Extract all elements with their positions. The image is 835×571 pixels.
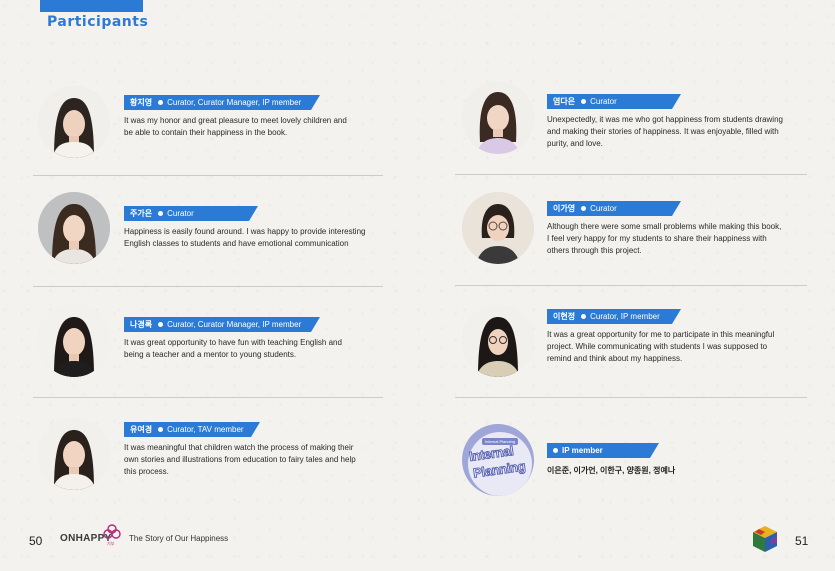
participant-role: Curator xyxy=(167,209,194,218)
participant-role: Curator, TAV member xyxy=(167,425,244,434)
participant-quote: Happiness is easily found around. I was … xyxy=(124,227,366,248)
participant-name: 황지영 xyxy=(130,98,153,107)
brand-sub-label: 기부 xyxy=(107,541,115,546)
header-accent-bar xyxy=(40,0,143,12)
name-role-tag: 염다은 Curator xyxy=(547,94,681,109)
portrait-photo xyxy=(462,305,534,377)
divider xyxy=(455,397,807,398)
participant-role: Curator, IP member xyxy=(590,312,660,321)
portrait-photo xyxy=(462,192,534,264)
portrait-photo xyxy=(38,192,110,264)
cube-logo xyxy=(751,524,779,554)
bullet-icon xyxy=(158,211,163,216)
divider xyxy=(33,175,383,176)
participant-quote: It was my honor and great pleasure to me… xyxy=(124,116,347,137)
footer-caption: The Story of Our Happiness xyxy=(129,534,229,543)
bullet-icon xyxy=(158,427,163,432)
name-role-tag: 나경록 Curator, Curator Manager, IP member xyxy=(124,317,320,332)
internal-planning-badge: Internal Planning Internal Planning xyxy=(462,424,534,496)
name-role-tag: 이가영 Curator xyxy=(547,201,681,216)
participant-role: Curator, Curator Manager, IP member xyxy=(167,320,302,329)
participant-role: Curator, Curator Manager, IP member xyxy=(167,98,302,107)
portrait-photo xyxy=(38,86,110,158)
name-role-tag: 유여경 Curator, TAV member xyxy=(124,422,260,437)
portrait-photo xyxy=(38,418,110,490)
bullet-icon xyxy=(158,100,163,105)
onhappy-logo xyxy=(103,524,121,542)
page-number-right: 51 xyxy=(795,534,809,548)
participant-quote: Although there were some small problems … xyxy=(547,222,782,255)
name-role-tag: 이현정 Curator, IP member xyxy=(547,309,681,324)
divider xyxy=(33,397,383,398)
participant-quote: It was great opportunity to have fun wit… xyxy=(124,338,342,359)
participant-role: Curator xyxy=(590,97,617,106)
divider xyxy=(455,174,807,175)
divider xyxy=(33,286,383,287)
participant-name: 나경록 xyxy=(130,320,153,329)
page-number-left: 50 xyxy=(29,534,43,548)
bullet-icon xyxy=(581,314,586,319)
name-role-tag: 황지영 Curator, Curator Manager, IP member xyxy=(124,95,320,110)
bullet-icon xyxy=(581,206,586,211)
portrait-photo xyxy=(462,82,534,154)
participant-name: 이현정 xyxy=(553,312,576,321)
participant-name: 염다은 xyxy=(553,97,576,106)
bullet-icon xyxy=(553,448,558,453)
participant-name: 이가영 xyxy=(553,204,576,213)
ip-member-tag: IP member xyxy=(547,443,659,458)
name-role-tag: 주가은 Curator xyxy=(124,206,258,221)
participant-quote: Unexpectedly, it was me who got happines… xyxy=(547,115,783,148)
participant-quote: It was a great opportunity for me to par… xyxy=(547,330,775,363)
divider xyxy=(455,285,807,286)
bullet-icon xyxy=(158,322,163,327)
ip-member-names: 이은준, 이가언, 이한구, 양종원, 정예나 xyxy=(547,466,676,475)
participant-role: Curator xyxy=(590,204,617,213)
page-title: Participants xyxy=(47,14,149,30)
participant-name: 유여경 xyxy=(130,425,153,434)
bullet-icon xyxy=(581,99,586,104)
participant-name: 주가은 xyxy=(130,209,153,218)
portrait-photo xyxy=(38,305,110,377)
participant-quote: It was meaningful that children watch th… xyxy=(124,443,356,476)
